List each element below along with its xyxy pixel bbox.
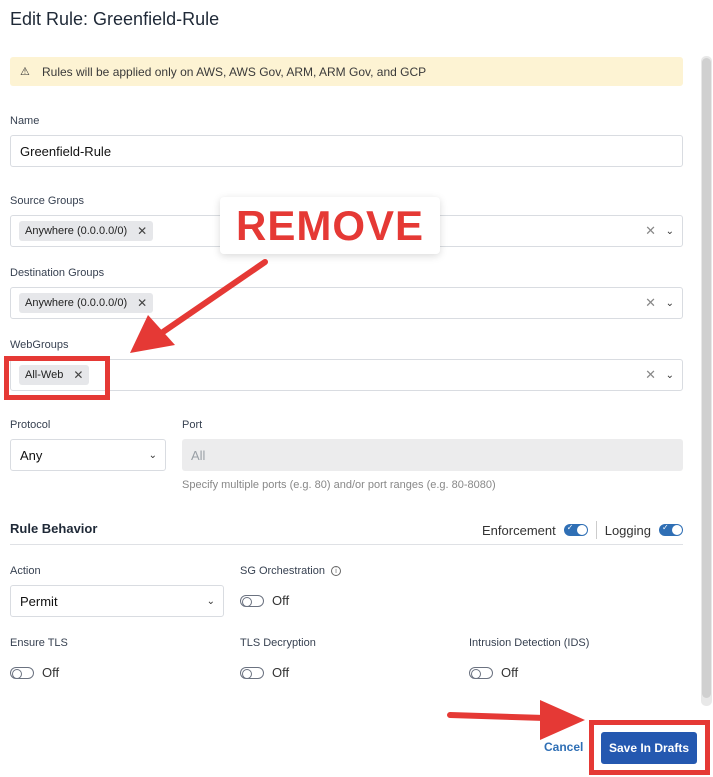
remove-arrow-line [160,259,268,335]
save-arrow-head [540,700,585,740]
annotation-arrows [130,259,585,740]
remove-arrow-head [130,315,175,353]
save-arrow-line [447,712,548,721]
